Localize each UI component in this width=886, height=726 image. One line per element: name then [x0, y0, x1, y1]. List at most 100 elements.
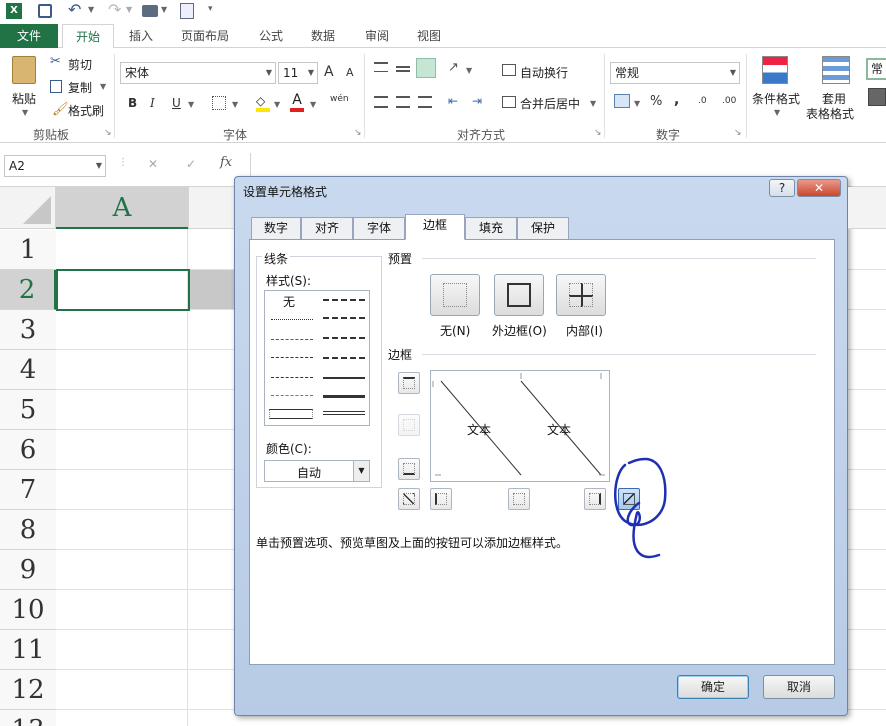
- enter-entry-icon[interactable]: ✓: [186, 157, 196, 171]
- copy-button[interactable]: 复制: [68, 79, 92, 96]
- row-header[interactable]: 8: [0, 510, 56, 550]
- align-top-icon[interactable]: [374, 62, 388, 72]
- format-table-label-2[interactable]: 表格格式: [806, 105, 854, 122]
- decrease-decimal-icon[interactable]: .00: [722, 96, 736, 106]
- border-top-button[interactable]: [398, 372, 420, 394]
- grow-font-icon[interactable]: A: [324, 64, 334, 80]
- line-style-medium[interactable]: [323, 377, 365, 379]
- italic-button[interactable]: I: [150, 96, 155, 110]
- cancel-button[interactable]: 取消: [763, 675, 835, 699]
- border-bottom-button[interactable]: [398, 458, 420, 480]
- redo-icon[interactable]: ↷: [108, 0, 121, 19]
- color-select[interactable]: 自动 ▼: [264, 460, 370, 482]
- active-cell-a2[interactable]: [56, 269, 190, 311]
- tab-formulas[interactable]: 公式: [248, 24, 294, 48]
- cell-style-more-icon[interactable]: [868, 88, 886, 106]
- border-preview[interactable]: 文本 文本: [430, 370, 610, 482]
- border-right-button[interactable]: [584, 488, 606, 510]
- column-header-a[interactable]: A: [56, 187, 188, 229]
- select-all-corner[interactable]: [0, 187, 56, 229]
- merge-center-button[interactable]: 合并后居中: [520, 95, 580, 112]
- fill-color-dropdown-icon[interactable]: ▼: [274, 100, 280, 109]
- underline-button[interactable]: U: [172, 96, 181, 110]
- align-left-icon[interactable]: [374, 96, 388, 108]
- redo-dropdown-icon[interactable]: ▼: [126, 5, 132, 14]
- form-icon[interactable]: [180, 3, 194, 19]
- line-style-dash-dot-2[interactable]: [271, 377, 313, 378]
- tab-font[interactable]: 字体: [353, 217, 405, 239]
- tab-alignment[interactable]: 对齐: [301, 217, 353, 239]
- save-icon[interactable]: [38, 4, 52, 18]
- percent-button[interactable]: %: [650, 94, 662, 109]
- line-style-list[interactable]: 无: [264, 290, 370, 426]
- orientation-dropdown-icon[interactable]: ▼: [466, 66, 472, 75]
- print-icon[interactable]: [142, 5, 158, 17]
- conditional-format-dropdown-icon[interactable]: ▼: [774, 108, 780, 117]
- align-middle-icon[interactable]: [396, 66, 410, 72]
- row-header-active[interactable]: 2: [0, 270, 56, 310]
- alignment-launcher-icon[interactable]: ↘: [594, 128, 602, 138]
- copy-icon[interactable]: [50, 80, 62, 93]
- tab-view[interactable]: 视图: [406, 24, 452, 48]
- preset-none-label[interactable]: 无(N): [440, 322, 470, 339]
- font-launcher-icon[interactable]: ↘: [354, 128, 362, 138]
- format-painter-icon[interactable]: 🖌: [52, 102, 69, 117]
- tab-number[interactable]: 数字: [251, 217, 301, 239]
- wrap-text-icon[interactable]: [502, 64, 516, 76]
- merge-center-icon[interactable]: [502, 96, 516, 108]
- border-inside-vertical-button[interactable]: [508, 488, 530, 510]
- increase-indent-icon[interactable]: ⇥: [472, 94, 482, 108]
- cancel-entry-icon[interactable]: ✕: [148, 157, 158, 171]
- tab-protection[interactable]: 保护: [517, 217, 569, 239]
- row-header[interactable]: 11: [0, 630, 56, 670]
- row-header[interactable]: 1: [0, 230, 56, 270]
- cut-button[interactable]: 剪切: [68, 56, 92, 73]
- tab-page-layout[interactable]: 页面布局: [172, 24, 238, 48]
- font-color-icon[interactable]: A: [290, 92, 304, 112]
- borders-dropdown-icon[interactable]: ▼: [232, 100, 238, 109]
- preset-none-button[interactable]: [430, 274, 480, 316]
- tab-home[interactable]: 开始: [62, 24, 114, 49]
- conditional-format-icon[interactable]: [762, 56, 788, 84]
- close-button[interactable]: ✕: [797, 179, 841, 197]
- font-size-select[interactable]: 11 ▼: [278, 62, 318, 84]
- orientation-icon[interactable]: ↗: [448, 60, 459, 75]
- fill-color-icon[interactable]: ◇: [256, 94, 270, 112]
- row-header[interactable]: 13: [0, 710, 56, 726]
- preset-outline-label[interactable]: 外边框(O): [492, 322, 547, 339]
- align-right-icon[interactable]: [418, 96, 432, 108]
- row-header[interactable]: 10: [0, 590, 56, 630]
- tab-insert[interactable]: 插入: [118, 24, 164, 48]
- row-header[interactable]: 6: [0, 430, 56, 470]
- preset-outline-button[interactable]: [494, 274, 544, 316]
- color-dropdown-icon[interactable]: ▼: [353, 461, 369, 481]
- row-header[interactable]: 12: [0, 670, 56, 710]
- cell-style-box[interactable]: 常: [866, 58, 886, 80]
- paste-icon[interactable]: [12, 56, 36, 84]
- format-table-icon[interactable]: [822, 56, 850, 84]
- clipboard-launcher-icon[interactable]: ↘: [104, 128, 112, 138]
- name-box[interactable]: A2 ▼: [4, 155, 106, 177]
- line-style-double[interactable]: [323, 411, 365, 415]
- help-button[interactable]: ?: [769, 179, 795, 197]
- copy-dropdown-icon[interactable]: ▼: [100, 82, 106, 91]
- preset-inside-label[interactable]: 内部(I): [566, 322, 603, 339]
- paste-button[interactable]: 粘贴: [12, 90, 36, 107]
- border-inside-horizontal-button[interactable]: [398, 414, 420, 436]
- accounting-dropdown-icon[interactable]: ▼: [634, 99, 640, 108]
- bold-button[interactable]: B: [128, 96, 137, 110]
- tab-fill[interactable]: 填充: [465, 217, 517, 239]
- border-left-button[interactable]: [430, 488, 452, 510]
- increase-decimal-icon[interactable]: .0: [698, 96, 707, 106]
- tab-review[interactable]: 审阅: [354, 24, 400, 48]
- line-style-dash-dot-dot[interactable]: [271, 339, 313, 340]
- line-style-dash-dot[interactable]: [271, 357, 313, 358]
- phonetic-icon[interactable]: wén: [330, 94, 349, 104]
- font-name-select[interactable]: 宋体 ▼: [120, 62, 276, 84]
- selected-cell-b2[interactable]: [190, 270, 240, 309]
- tab-border[interactable]: 边框: [405, 214, 465, 240]
- comma-button[interactable]: ,: [674, 92, 679, 108]
- row-header[interactable]: 9: [0, 550, 56, 590]
- insert-function-icon[interactable]: fx: [220, 155, 232, 170]
- format-painter-button[interactable]: 格式刷: [68, 102, 104, 119]
